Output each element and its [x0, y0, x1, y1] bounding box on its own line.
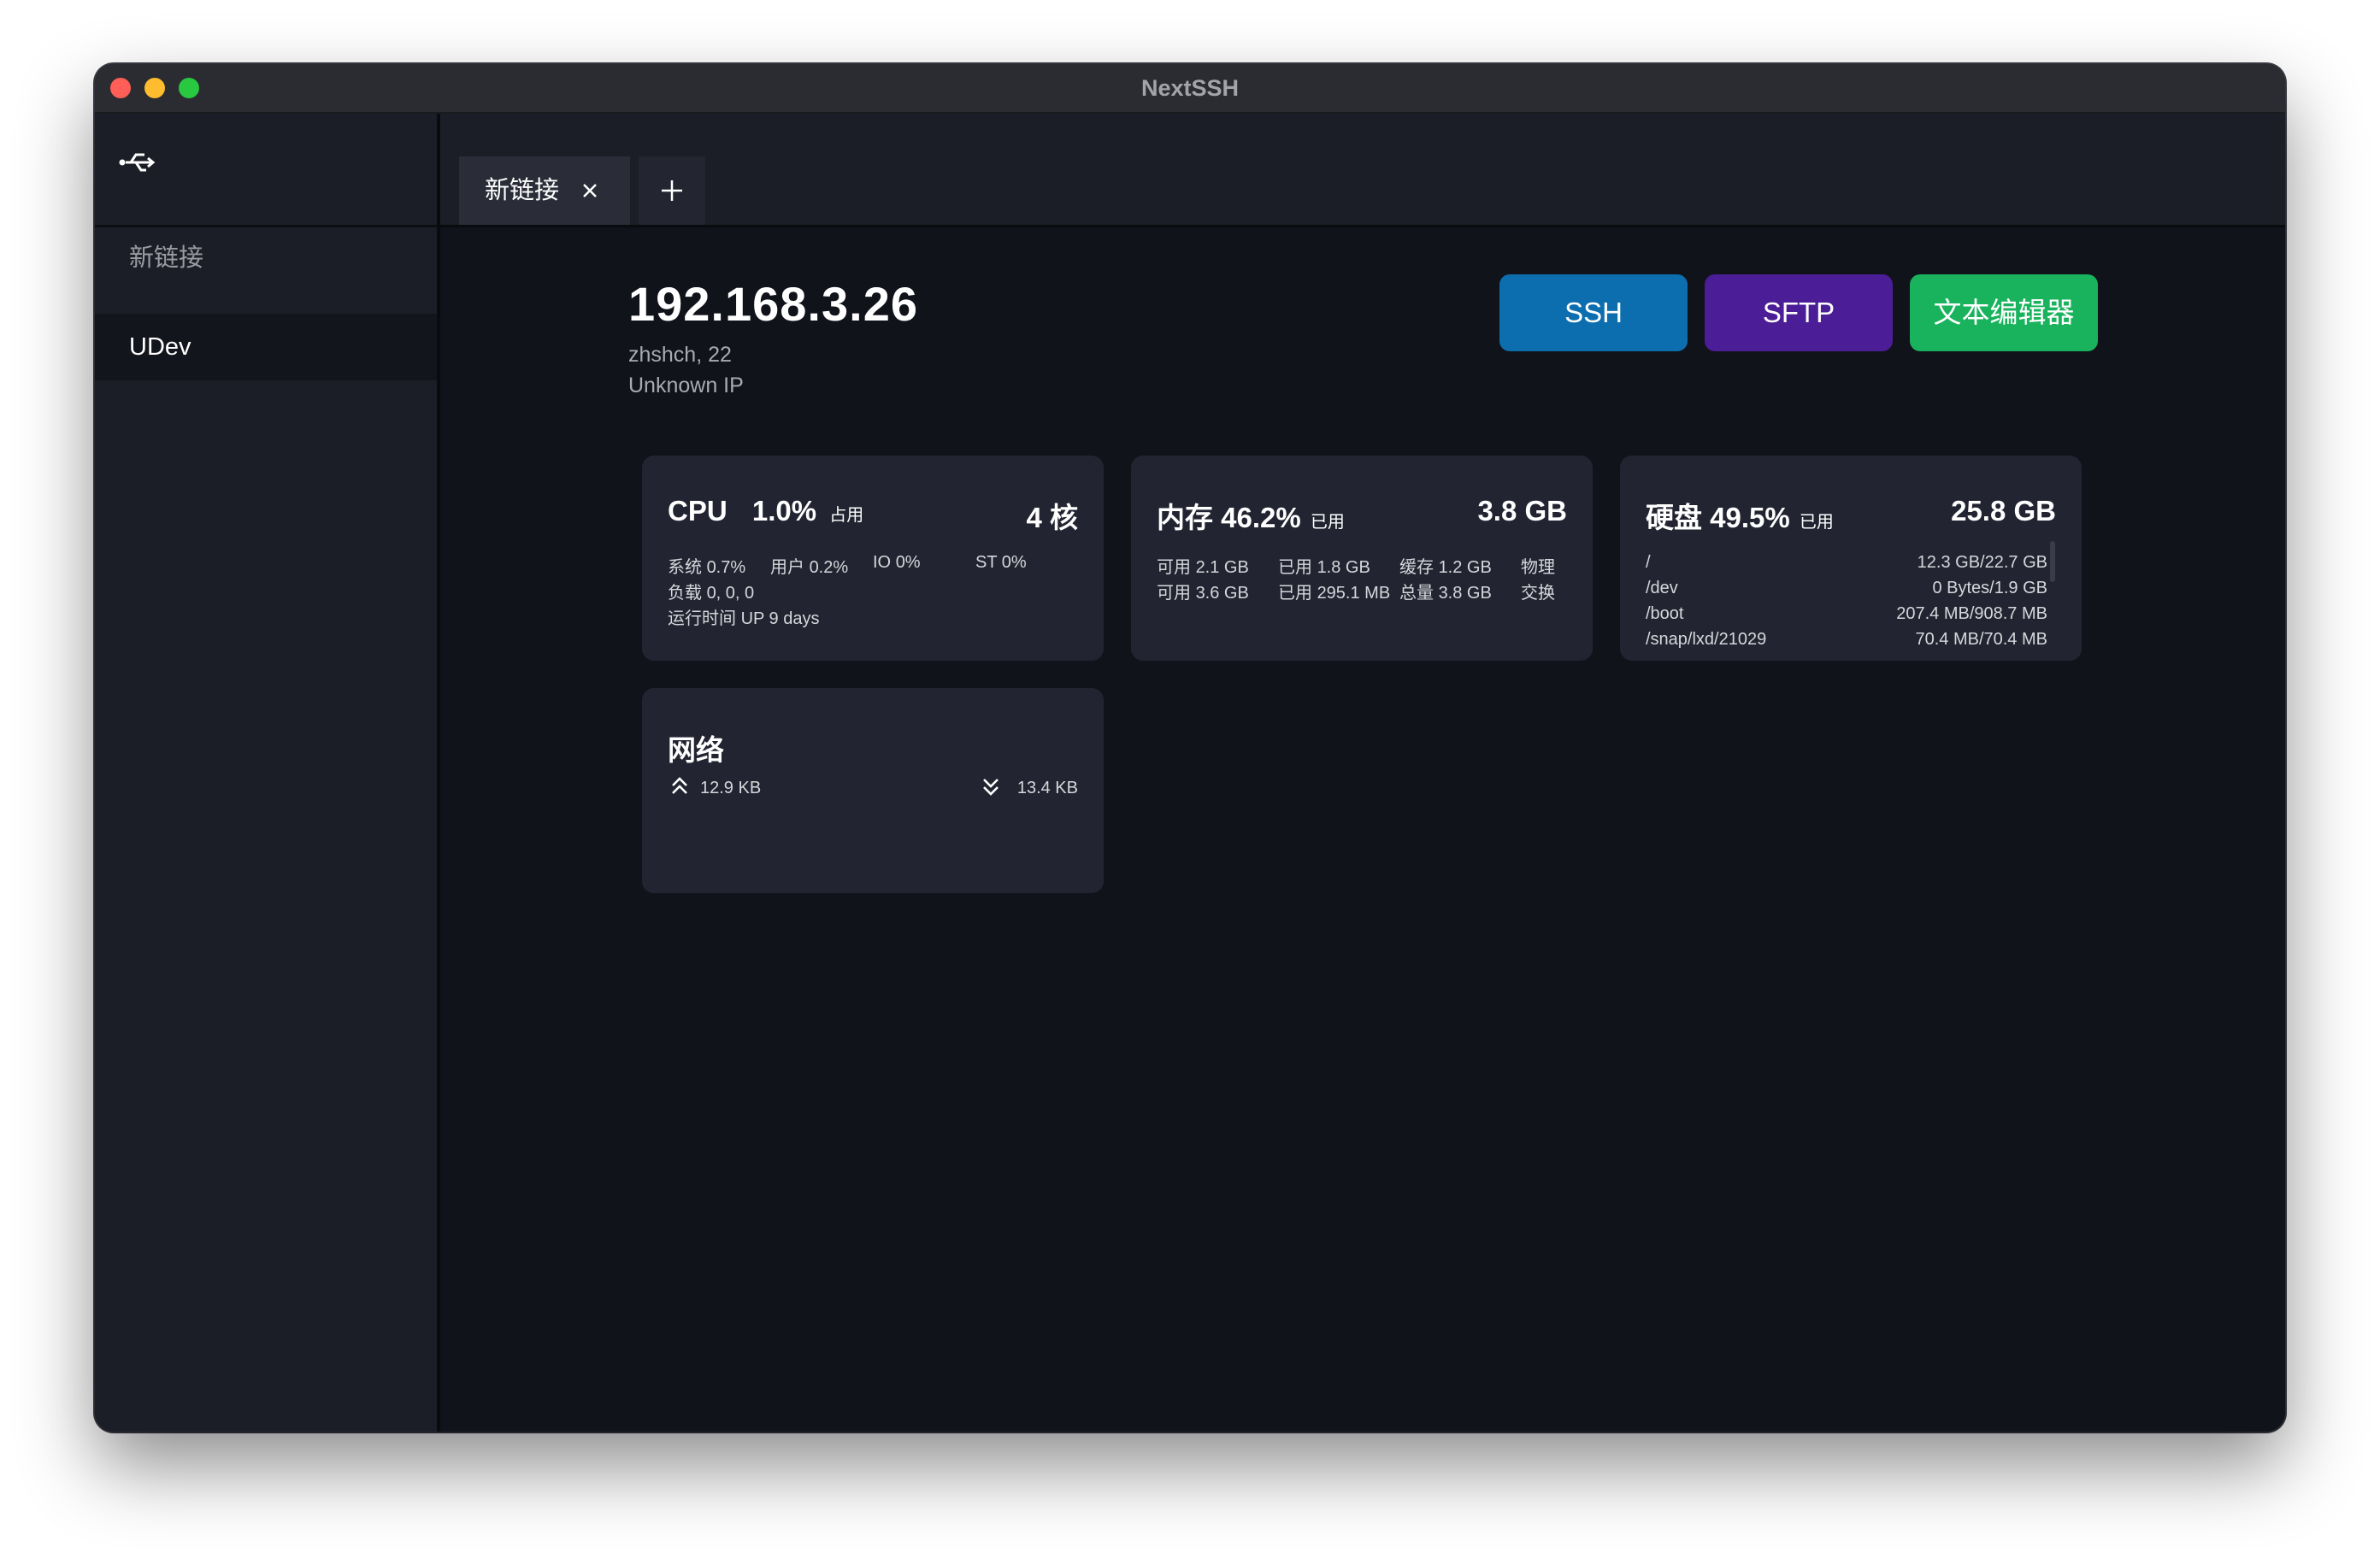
memory-usage-suffix: 已用: [1310, 513, 1345, 532]
connection-icon[interactable]: [119, 150, 156, 175]
memory-cache-value: 1.2 GB: [1438, 558, 1492, 577]
cpu-cores: 4 核: [1026, 502, 1078, 533]
cpu-user-value: 0.2%: [809, 558, 849, 577]
cpu-user: 用户 0.2%: [770, 553, 848, 578]
upload-arrow-icon: [672, 777, 687, 794]
cpu-st-value: 0%: [1001, 553, 1027, 572]
disk-mount-size: 12.3 GB/22.7 GB: [1917, 553, 2047, 572]
cpu-io: IO 0%: [873, 553, 921, 573]
disk-usage: 49.5%: [1710, 502, 1790, 533]
memory-swap-used: 已用 295.1 MB: [1278, 579, 1390, 603]
disk-usage-suffix: 已用: [1799, 513, 1834, 532]
memory-label: 内存: [1157, 502, 1213, 533]
disk-total: 25.8 GB: [1951, 495, 2056, 527]
disk-mount-size: 207.4 MB/908.7 MB: [1896, 604, 2047, 623]
disk-mount-size: 70.4 MB/70.4 MB: [1915, 630, 2047, 649]
cpu-uptime-label: 运行时间: [668, 609, 736, 628]
memory-total-label: 总量: [1399, 584, 1434, 603]
app-window: NextSSH 新链接 UDev 新链接 192.168.3.26 zhshch…: [95, 64, 2285, 1432]
memory-available-label: 可用: [1157, 584, 1191, 603]
memory-swap-available: 可用 3.6 GB: [1157, 579, 1249, 603]
server-host: 192.168.3.26: [628, 277, 918, 331]
main-panel: 新链接 192.168.3.26 zhshch, 22 Unknown IP S…: [440, 114, 2285, 1432]
disk-mount-size: 0 Bytes/1.9 GB: [1932, 579, 2047, 597]
tab-label: 新链接: [485, 177, 560, 204]
memory-used-value: 1.8 GB: [1317, 558, 1370, 577]
memory-available-value: 2.1 GB: [1195, 558, 1249, 577]
memory-usage: 46.2%: [1221, 502, 1301, 533]
sidebar-item-new-connection[interactable]: 新链接: [95, 225, 437, 291]
memory-used-label: 已用: [1278, 558, 1312, 577]
cpu-io-value: 0%: [895, 553, 921, 572]
cpu-usage: 1.0%: [751, 495, 817, 527]
server-ip-info: Unknown IP: [628, 374, 744, 397]
cpu-io-label: IO: [873, 553, 892, 572]
disk-mount-path: /snap/lxd/21029: [1646, 630, 1767, 649]
cpu-sys-label: 系统: [668, 558, 702, 577]
sidebar-item-udev[interactable]: UDev: [95, 314, 437, 380]
cpu-load-label: 负载: [668, 584, 702, 603]
memory-available-label: 可用: [1157, 558, 1191, 577]
disk-mount-path: /boot: [1646, 604, 1684, 623]
cpu-user-label: 用户: [770, 558, 804, 577]
close-icon[interactable]: [576, 177, 604, 204]
memory-physical-available: 可用 2.1 GB: [1157, 553, 1249, 578]
window-title: NextSSH: [1140, 75, 1240, 101]
network-card: 网络 12.9 KB 13.4 KB: [642, 688, 1104, 893]
cpu-sys-value: 0.7%: [706, 558, 746, 577]
network-title: 网络: [668, 734, 724, 766]
cpu-card: CPU 1.0% 占用 4 核 系统 0.7% 用户 0.2% IO 0% ST…: [642, 456, 1104, 661]
disk-card: 硬盘 49.5% 已用 25.8 GB / 12.3 GB/22.7 GB /d…: [1620, 456, 2082, 661]
disk-list-scrollbar[interactable]: [2050, 541, 2055, 582]
memory-total-value: 3.8 GB: [1438, 584, 1492, 603]
sidebar: 新链接 UDev: [95, 114, 440, 1432]
tab-new-connection[interactable]: 新链接: [459, 156, 630, 225]
cpu-load-value: 0, 0, 0: [706, 584, 755, 603]
memory-cache-label: 缓存: [1399, 558, 1434, 577]
cpu-label: CPU: [668, 495, 728, 527]
download-arrow-icon: [983, 779, 999, 796]
network-upload-value: 12.9 KB: [700, 779, 762, 797]
cpu-load: 负载 0, 0, 0: [668, 579, 754, 603]
cpu-uptime-value: UP 9 days: [740, 609, 820, 628]
server-user-port: zhshch, 22: [628, 343, 732, 367]
add-tab-button[interactable]: [639, 156, 705, 225]
plus-icon: [662, 180, 682, 201]
memory-total: 3.8 GB: [1477, 495, 1567, 527]
memory-swap-total: 总量 3.8 GB: [1399, 579, 1492, 603]
memory-used-value: 295.1 MB: [1317, 584, 1391, 603]
sidebar-item-label: UDev: [129, 333, 191, 361]
disk-label: 硬盘: [1646, 502, 1702, 533]
memory-available-value: 3.6 GB: [1195, 584, 1249, 603]
memory-used-label: 已用: [1278, 584, 1312, 603]
cpu-st: ST 0%: [975, 553, 1027, 573]
ssh-button[interactable]: SSH: [1499, 274, 1688, 351]
title-bar: NextSSH: [95, 64, 2285, 114]
cpu-title: CPU 1.0% 占用: [668, 495, 863, 527]
disk-mount-path: /dev: [1646, 579, 1678, 597]
text-editor-button[interactable]: 文本编辑器: [1910, 274, 2098, 351]
cpu-sys: 系统 0.7%: [668, 553, 745, 578]
memory-title: 内存 46.2% 已用: [1157, 495, 1345, 536]
cpu-st-label: ST: [975, 553, 998, 572]
tab-bar: 新链接: [440, 114, 2285, 227]
cpu-usage-suffix: 占用: [829, 506, 864, 525]
sftp-button[interactable]: SFTP: [1705, 274, 1893, 351]
memory-physical-used: 已用 1.8 GB: [1278, 553, 1370, 578]
memory-physical-cache: 缓存 1.2 GB: [1399, 553, 1492, 578]
disk-title: 硬盘 49.5% 已用: [1646, 495, 1834, 536]
memory-card: 内存 46.2% 已用 3.8 GB 可用 2.1 GB 已用 1.8 GB 缓…: [1131, 456, 1593, 661]
cpu-uptime: 运行时间 UP 9 days: [668, 604, 819, 629]
sidebar-item-label: 新链接: [129, 244, 204, 272]
memory-physical-kind: 物理: [1521, 558, 1555, 577]
memory-swap-kind: 交换: [1521, 584, 1555, 603]
network-download-value: 13.4 KB: [1016, 779, 1078, 797]
disk-mount-path: /: [1646, 553, 1651, 572]
